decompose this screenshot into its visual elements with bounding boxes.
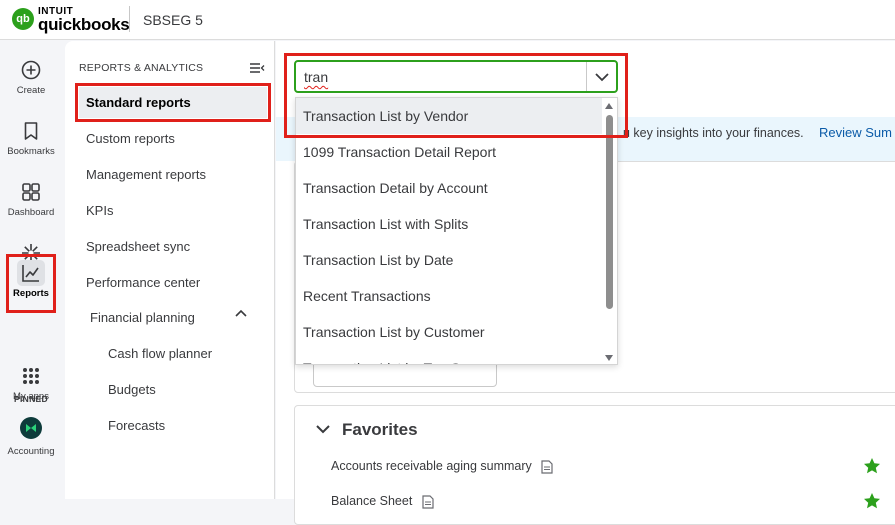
favorite-label[interactable]: Accounts receivable aging summary [331, 459, 532, 473]
favorites-title: Favorites [342, 420, 418, 439]
plus-circle-icon [21, 60, 41, 80]
subnav-financial-planning[interactable]: Financial planning [90, 310, 195, 325]
chevron-up-icon[interactable] [235, 309, 247, 317]
nav-reports-label: Reports [13, 288, 49, 299]
apps-grid-icon [23, 368, 39, 384]
quickbooks-wordmark[interactable]: quickbooks [38, 15, 130, 35]
subnav-budgets[interactable]: Budgets [108, 382, 156, 397]
review-summary-link[interactable]: Review Sum [819, 125, 892, 140]
search-result-item[interactable]: 1099 Transaction Detail Report [296, 134, 604, 170]
nav-reports[interactable]: Reports [0, 262, 62, 320]
nav-create-label: Create [16, 85, 46, 96]
subnav-title: REPORTS & ANALYTICS [79, 62, 204, 74]
dashboard-grid-icon [22, 183, 40, 201]
search-result-item[interactable]: Transaction List by Tag Group [296, 350, 604, 364]
bookmark-icon [24, 122, 38, 140]
top-bar: qb INTUIT quickbooks SBSEG 5 [0, 0, 895, 40]
document-icon [422, 495, 434, 509]
subnav-management-reports[interactable]: Management reports [86, 167, 206, 182]
subnav-spreadsheet-sync[interactable]: Spreadsheet sync [86, 239, 190, 254]
favorite-label[interactable]: Balance Sheet [331, 494, 412, 508]
subnav-standard-reports[interactable]: Standard reports [86, 95, 191, 110]
favorite-row[interactable]: Balance Sheet [331, 494, 434, 509]
nav-dashboard[interactable]: Dashboard [0, 181, 62, 239]
scrollbar-thumb[interactable] [606, 115, 613, 309]
favorite-star-icon[interactable] [863, 492, 881, 510]
subnav-kpis[interactable]: KPIs [86, 203, 113, 218]
search-highlight-box-overlay [284, 53, 628, 138]
favorite-row[interactable]: Accounts receivable aging summary [331, 459, 553, 474]
divider [129, 6, 130, 32]
nav-create[interactable]: Create [0, 59, 62, 117]
nav-bookmarks-label: Bookmarks [7, 146, 55, 157]
search-result-item[interactable]: Transaction List by Customer [296, 314, 604, 350]
search-result-item[interactable]: Transaction List with Splits [296, 206, 604, 242]
favorite-star-icon[interactable] [863, 457, 881, 475]
nav-accounting-label[interactable]: Accounting [0, 446, 62, 457]
reports-subnav: REPORTS & ANALYTICS Standard reports Cus… [65, 41, 275, 499]
banner-text: u key insights into your finances. [623, 126, 804, 140]
pinned-heading: PINNED [14, 394, 48, 404]
subnav-forecasts[interactable]: Forecasts [108, 418, 165, 433]
accounting-icon[interactable] [20, 417, 42, 439]
collapse-menu-icon[interactable] [249, 61, 265, 75]
document-icon [541, 460, 553, 474]
nav-bookmarks[interactable]: Bookmarks [0, 120, 62, 178]
scroll-down-arrow-icon[interactable] [604, 354, 614, 362]
subnav-custom-reports[interactable]: Custom reports [86, 131, 175, 146]
search-result-item[interactable]: Transaction List by Date [296, 242, 604, 278]
line-chart-icon [22, 265, 39, 282]
search-result-item[interactable]: Recent Transactions [296, 278, 604, 314]
search-result-item[interactable]: Transaction Detail by Account [296, 170, 604, 206]
subnav-cash-flow-planner[interactable]: Cash flow planner [108, 346, 212, 361]
subnav-performance-center[interactable]: Performance center [86, 275, 200, 290]
chevron-down-icon[interactable] [316, 424, 330, 434]
nav-dashboard-label: Dashboard [7, 207, 55, 218]
quickbooks-logo-icon[interactable]: qb [12, 8, 34, 30]
company-name[interactable]: SBSEG 5 [143, 12, 203, 28]
